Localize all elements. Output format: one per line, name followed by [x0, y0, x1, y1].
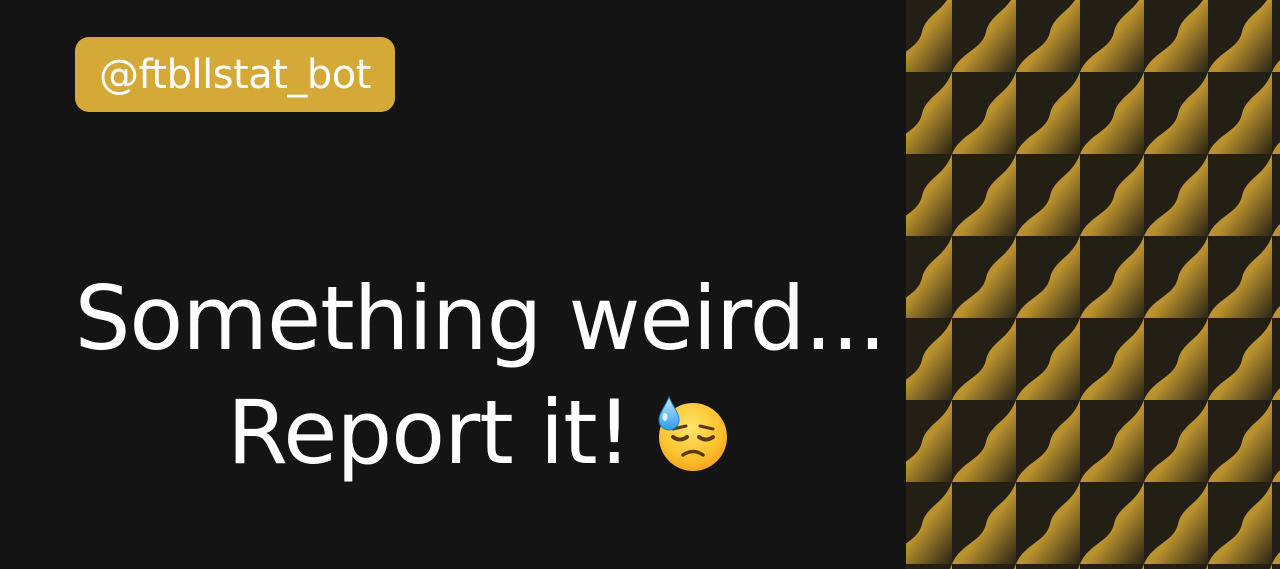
headline: Something weird... Report it! — [60, 262, 900, 490]
downcast-face-with-sweat-icon — [658, 395, 727, 471]
wave-pattern — [906, 0, 1280, 569]
bot-handle-text: @ftbllstat_bot — [99, 51, 371, 98]
headline-line-1: Something weird... — [74, 267, 887, 370]
message-panel: @ftbllstat_bot Something weird... Report… — [0, 0, 906, 569]
report-banner: @ftbllstat_bot Something weird... Report… — [0, 0, 1280, 569]
headline-line-2: Report it! — [227, 381, 632, 484]
bot-handle-badge: @ftbllstat_bot — [75, 37, 395, 112]
wave-pattern-panel — [906, 0, 1280, 569]
headline-line-2-row: Report it! — [60, 376, 900, 490]
